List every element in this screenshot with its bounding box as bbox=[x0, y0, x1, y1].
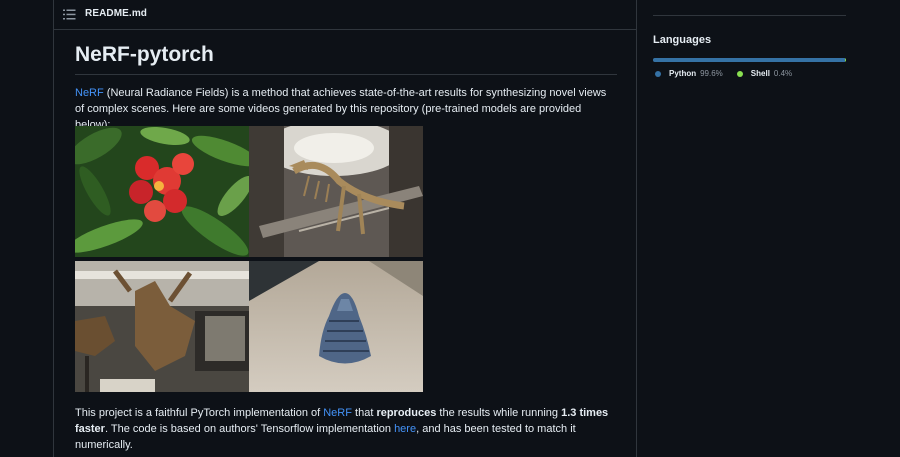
outro-text-2: that bbox=[351, 407, 377, 419]
readme-panel: README.md NeRF-pytorch NeRF (Neural Radi… bbox=[53, 0, 637, 457]
language-name: Shell bbox=[750, 69, 770, 78]
language-bar-shell bbox=[845, 58, 846, 62]
language-name: Python bbox=[669, 69, 697, 78]
fern-flower-gif bbox=[75, 126, 249, 257]
language-percent: 0.4% bbox=[773, 69, 793, 78]
sidebar-divider bbox=[653, 15, 846, 16]
outro-text-4: . The code is based on authors' Tensorfl… bbox=[104, 423, 395, 435]
languages-heading: Languages bbox=[653, 34, 712, 46]
language-bar bbox=[653, 58, 846, 62]
language-percent: 99.6% bbox=[700, 69, 723, 78]
nerf-link-2[interactable]: NeRF bbox=[323, 407, 352, 419]
video-gif-grid bbox=[75, 126, 423, 392]
outline-list-icon[interactable] bbox=[63, 9, 76, 20]
nerf-link[interactable]: NeRF bbox=[75, 87, 104, 99]
readme-filename[interactable]: README.md bbox=[85, 8, 147, 19]
shell-dot-icon bbox=[736, 70, 743, 77]
outro-text-1: This project is a faithful PyTorch imple… bbox=[75, 407, 324, 419]
language-legend: Python 99.6% Shell 0.4% bbox=[655, 69, 806, 78]
trex-skeleton-gif bbox=[249, 126, 423, 257]
readme-header: README.md bbox=[54, 0, 636, 30]
tensorflow-here-link[interactable]: here bbox=[394, 423, 416, 435]
python-dot-icon bbox=[655, 70, 661, 77]
intro-text: (Neural Radiance Fields) is a method tha… bbox=[75, 87, 607, 131]
lego-object-gif bbox=[249, 261, 423, 392]
readme-title: NeRF-pytorch bbox=[75, 43, 617, 75]
bold-reproduces: reproduces bbox=[376, 407, 437, 419]
language-bar-python bbox=[653, 58, 846, 62]
outro-text-3: the results while running bbox=[436, 407, 562, 419]
outro-paragraph: This project is a faithful PyTorch imple… bbox=[75, 405, 617, 453]
language-item-python[interactable]: Python 99.6% bbox=[655, 69, 723, 78]
language-item-shell[interactable]: Shell 0.4% bbox=[736, 69, 793, 78]
triceratops-gif bbox=[75, 261, 249, 392]
